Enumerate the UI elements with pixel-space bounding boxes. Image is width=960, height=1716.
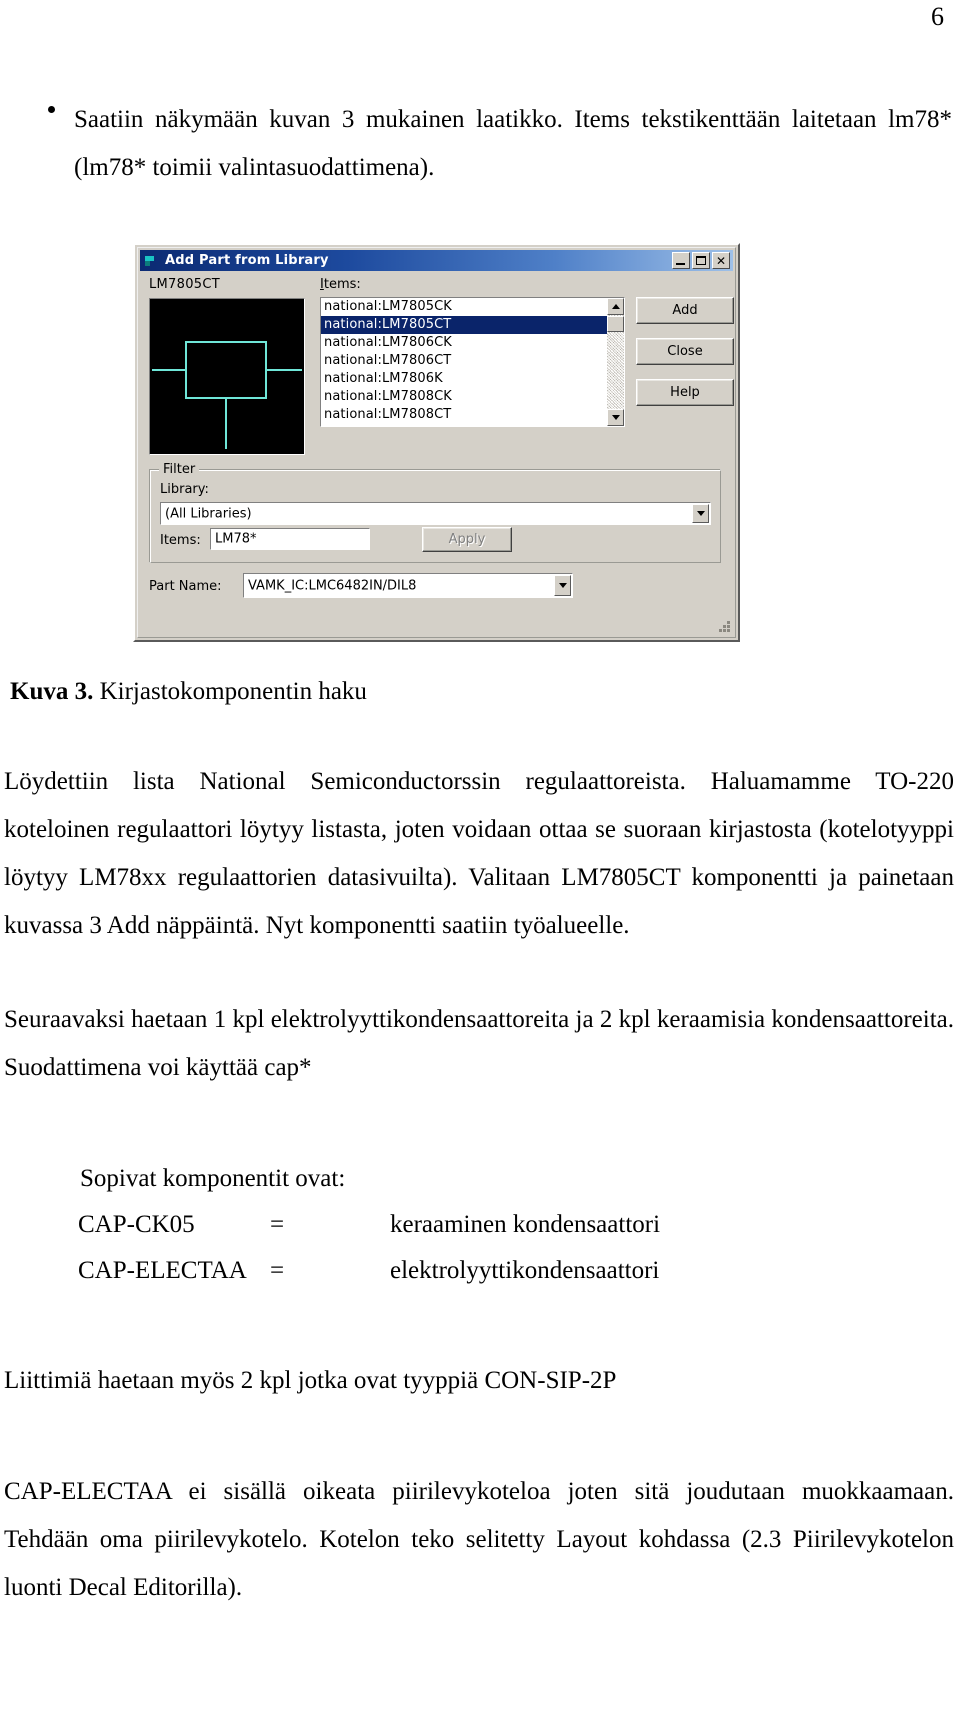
- component-description: keraaminen kondensaattori: [390, 1211, 661, 1238]
- table-row: CAP-ELECTAA = elektrolyyttikondensaattor…: [78, 1248, 660, 1294]
- components-intro: Sopivat komponentit ovat:: [80, 1165, 346, 1192]
- resize-grip-icon[interactable]: [716, 618, 730, 632]
- part-name-value: VAMK_IC:LMC6482IN/DIL8: [248, 578, 417, 593]
- regulator-symbol-icon: [152, 341, 302, 449]
- filter-items-label: Items:: [160, 533, 201, 548]
- help-button[interactable]: Help: [636, 379, 734, 406]
- add-button[interactable]: Add: [636, 297, 734, 324]
- library-value: (All Libraries): [165, 506, 252, 521]
- filter-groupbox: Filter Library: (All Libraries) Items: L…: [149, 462, 721, 563]
- window-controls[interactable]: ✕: [672, 252, 731, 269]
- part-name-combobox[interactable]: VAMK_IC:LMC6482IN/DIL8: [243, 573, 573, 598]
- paragraph-3: Liittimiä haetaan myös 2 kpl jotka ovat …: [4, 1367, 617, 1394]
- page-number: 6: [931, 2, 944, 31]
- bullet-dot-icon: [48, 106, 55, 113]
- figure-caption: Kuva 3. Kirjastokomponentin haku: [10, 672, 960, 712]
- bullet-item: Saatiin näkymään kuvan 3 mukainen laatik…: [0, 96, 952, 192]
- paragraph-1: Löydettiin lista National Semiconductors…: [4, 768, 954, 939]
- items-scrollbar[interactable]: [607, 298, 624, 426]
- dialog-titlebar[interactable]: Add Part from Library ✕: [140, 250, 733, 271]
- filter-items-value: LM78*: [215, 531, 257, 547]
- close-button[interactable]: Close: [636, 338, 734, 365]
- list-item[interactable]: national:LM7806K: [321, 370, 607, 388]
- list-item[interactable]: national:LM7805CK: [321, 298, 607, 316]
- dialog-frame: Add Part from Library ✕ LM7805CT Items:: [133, 243, 740, 642]
- component-name: CAP-CK05: [78, 1211, 195, 1238]
- component-name: CAP-ELECTAA: [78, 1257, 247, 1284]
- list-item[interactable]: national:LM7806CT: [321, 352, 607, 370]
- preview-part-label: LM7805CT: [149, 277, 220, 292]
- items-listbox[interactable]: national:LM7805CK national:LM7805CT nati…: [320, 297, 625, 427]
- dialog-title: Add Part from Library: [165, 253, 329, 268]
- document-body: Saatiin näkymään kuvan 3 mukainen laatik…: [0, 96, 960, 192]
- scrollbar-thumb[interactable]: [607, 316, 624, 332]
- dialog-content: LM7805CT Items: national:LM7805CK nation…: [140, 273, 734, 635]
- items-listbox-viewport[interactable]: national:LM7805CK national:LM7805CT nati…: [321, 298, 607, 426]
- list-item[interactable]: national:LM7806CK: [321, 334, 607, 352]
- list-item[interactable]: national:LM7808CT: [321, 406, 607, 424]
- list-item[interactable]: national:LM7805CT: [321, 316, 607, 334]
- figure-caption-text: Kirjastokomponentin haku: [99, 678, 367, 705]
- add-part-from-library-dialog[interactable]: Add Part from Library ✕ LM7805CT Items:: [133, 243, 740, 642]
- part-symbol-preview: [149, 298, 305, 455]
- part-name-label: Part Name:: [149, 579, 222, 594]
- component-description: elektrolyyttikondensaattori: [390, 1257, 660, 1284]
- library-combobox[interactable]: (All Libraries): [160, 502, 711, 525]
- library-label: Library:: [160, 482, 209, 497]
- scroll-down-arrow-icon[interactable]: [607, 409, 624, 426]
- apply-button[interactable]: Apply: [422, 527, 512, 552]
- component-equals: =: [270, 1211, 285, 1238]
- chevron-down-icon[interactable]: [554, 575, 571, 596]
- items-list-label: Items:: [320, 277, 361, 292]
- paragraph-4: CAP-ELECTAA ei sisällä oikeata piirilevy…: [4, 1478, 954, 1601]
- filter-legend: Filter: [159, 462, 200, 477]
- chevron-down-icon[interactable]: [692, 504, 709, 523]
- table-row: CAP-CK05 = keraaminen kondensaattori: [78, 1202, 660, 1248]
- component-equals: =: [270, 1257, 285, 1284]
- list-item[interactable]: national:LM7808CK: [321, 388, 607, 406]
- close-icon[interactable]: ✕: [712, 252, 730, 269]
- bullet-text: Saatiin näkymään kuvan 3 mukainen laatik…: [74, 106, 952, 181]
- post-figure-content: Kuva 3. Kirjastokomponentin haku Löydett…: [0, 672, 960, 1612]
- scroll-up-arrow-icon[interactable]: [607, 298, 624, 315]
- filter-items-input[interactable]: LM78*: [210, 528, 370, 550]
- paragraph-2: Seuraavaksi haetaan 1 kpl elektrolyyttik…: [4, 1006, 954, 1081]
- maximize-icon[interactable]: [692, 252, 710, 269]
- figure-label: Kuva 3.: [10, 678, 94, 705]
- components-table: CAP-CK05 = keraaminen kondensaattori CAP…: [78, 1202, 660, 1294]
- minimize-icon[interactable]: [672, 252, 690, 269]
- library-flag-icon: [145, 254, 160, 268]
